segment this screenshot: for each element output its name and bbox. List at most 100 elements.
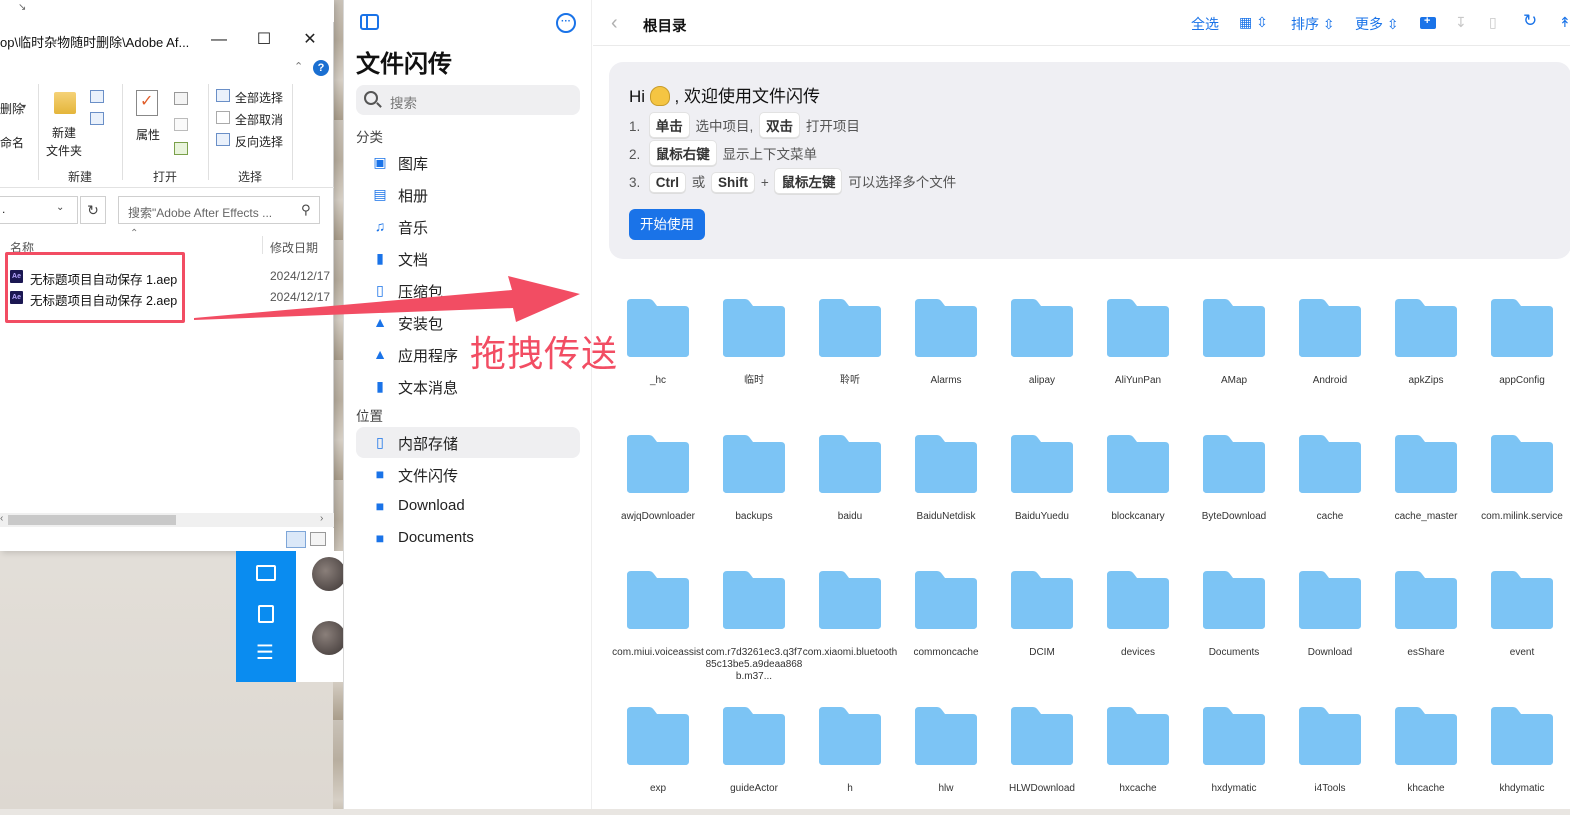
explorer-search-input[interactable]: 搜索"Adobe After Effects ... ⚲	[118, 196, 320, 224]
folder-item[interactable]: h	[805, 705, 895, 815]
folder-item[interactable]: devices	[1093, 569, 1183, 679]
folder-item[interactable]: awjqDownloader	[613, 433, 703, 543]
folder-icon	[1011, 435, 1073, 493]
folder-item[interactable]: com.r7d3261ec3.q3f785c13be5.a9deaa868b.m…	[706, 569, 802, 682]
delete-dropdown-icon[interactable]: ▾	[22, 102, 26, 111]
more-options-icon[interactable]: ···	[556, 13, 576, 33]
maximize-button[interactable]: ☐	[253, 30, 275, 50]
folder-item[interactable]: alipay	[997, 297, 1087, 407]
sort-button[interactable]: 排序 ⇳	[1291, 14, 1335, 34]
folder-item[interactable]: 临时	[709, 297, 799, 407]
select-all-button[interactable]: 全选	[1191, 14, 1219, 34]
folder-item[interactable]: hxdymatic	[1189, 705, 1279, 815]
minimize-button[interactable]: —	[208, 30, 230, 50]
sidebar-search-input[interactable]: 搜索	[356, 85, 580, 115]
select-all-icon[interactable]	[216, 89, 230, 102]
properties-icon[interactable]: ✓	[136, 90, 158, 116]
folder-outline-icon[interactable]	[256, 565, 276, 581]
column-date[interactable]: 修改日期	[270, 239, 318, 256]
select-all-label[interactable]: 全部选择	[235, 89, 283, 106]
new-folder-label-2[interactable]: 文件夹	[46, 142, 82, 159]
edit-icon[interactable]	[174, 118, 188, 131]
folder-item[interactable]: guideActor	[709, 705, 799, 815]
open-icon[interactable]	[174, 92, 188, 105]
folder-item[interactable]: BaiduYuedu	[997, 433, 1087, 543]
select-none-label[interactable]: 全部取消	[235, 111, 283, 128]
folder-item[interactable]: appConfig	[1477, 297, 1567, 407]
invert-selection-label[interactable]: 反向选择	[235, 133, 283, 150]
back-chevron-icon[interactable]: ‹	[611, 12, 618, 35]
folder-item[interactable]: cache_master	[1381, 433, 1471, 543]
delete-icon[interactable]: ▯	[1489, 14, 1497, 31]
folder-item[interactable]: khcache	[1381, 705, 1471, 815]
folder-item[interactable]: event	[1477, 569, 1567, 679]
ribbon-delete[interactable]: 删除	[0, 100, 24, 117]
folder-item[interactable]: com.miui.voiceassist	[612, 569, 704, 679]
sidebar-item-gallery[interactable]: ▣ 图库	[356, 147, 580, 178]
download-icon[interactable]: ↧	[1455, 14, 1467, 31]
refresh-icon[interactable]: ↻	[1523, 11, 1537, 31]
properties-label[interactable]: 属性	[136, 126, 160, 143]
ribbon-rename[interactable]: 重命名	[0, 134, 24, 151]
scrollbar-thumb[interactable]	[8, 515, 176, 525]
folder-item[interactable]: hxcache	[1093, 705, 1183, 815]
copy-path-icon[interactable]	[90, 90, 104, 103]
folder-item[interactable]: 聆听	[805, 297, 895, 407]
folder-item[interactable]: AMap	[1189, 297, 1279, 407]
folder-item[interactable]: esShare	[1381, 569, 1471, 679]
folder-item[interactable]: Documents	[1189, 569, 1279, 679]
folder-item[interactable]: ByteDownload	[1189, 433, 1279, 543]
folder-item[interactable]: khdymatic	[1477, 705, 1567, 815]
folder-item[interactable]: hlw	[901, 705, 991, 815]
folder-item[interactable]: blockcanary	[1093, 433, 1183, 543]
menu-icon[interactable]: ☰	[256, 643, 274, 663]
folder-item[interactable]: BaiduNetdisk	[901, 433, 991, 543]
sidebar-item-filetransfer-folder[interactable]: ■ 文件闪传	[356, 459, 580, 490]
folder-item[interactable]: Android	[1285, 297, 1375, 407]
new-folder-label-1[interactable]: 新建	[52, 124, 76, 141]
select-none-icon[interactable]	[216, 111, 230, 124]
sidebar-item-internal-storage[interactable]: ▯ 内部存储	[356, 427, 580, 458]
get-started-button[interactable]: 开始使用	[629, 209, 705, 240]
folder-item[interactable]: exp	[613, 705, 703, 815]
folder-item[interactable]: commoncache	[901, 569, 991, 679]
sidebar-item-documents-folder[interactable]: ■ Documents	[356, 523, 580, 554]
sidebar-item-music[interactable]: ♫ 音乐	[356, 211, 580, 242]
easy-access-icon[interactable]	[90, 112, 104, 125]
folder-item[interactable]: Download	[1285, 569, 1375, 679]
more-button[interactable]: 更多 ⇳	[1355, 14, 1399, 34]
folder-item[interactable]: baidu	[805, 433, 895, 543]
folder-item[interactable]: HLWDownload	[997, 705, 1087, 815]
view-mode-button[interactable]: ▦ ⇳	[1239, 14, 1268, 31]
new-folder-icon[interactable]	[54, 92, 76, 114]
folder-item[interactable]: backups	[709, 433, 799, 543]
help-icon[interactable]: ?	[313, 60, 329, 76]
upload-icon[interactable]: ↟	[1559, 14, 1570, 31]
new-folder-icon[interactable]: +	[1419, 14, 1437, 32]
folder-item[interactable]: com.milink.service	[1477, 433, 1567, 543]
sidebar-item-download[interactable]: ■ Download	[356, 491, 580, 522]
sidebar-item-album[interactable]: ▤ 相册	[356, 179, 580, 210]
close-button[interactable]: ✕	[299, 30, 321, 50]
folder-item[interactable]: AliYunPan	[1093, 297, 1183, 407]
invert-selection-icon[interactable]	[216, 133, 230, 146]
folder-item[interactable]: cache	[1285, 433, 1375, 543]
folder-item[interactable]: DCIM	[997, 569, 1087, 679]
address-bar[interactable]: . ⌄	[0, 196, 78, 224]
refresh-icon[interactable]: ↻	[80, 196, 106, 224]
scroll-right-icon[interactable]: ›	[320, 513, 323, 524]
folder-item[interactable]: apkZips	[1381, 297, 1471, 407]
folder-item[interactable]: i4Tools	[1285, 705, 1375, 815]
folder-item[interactable]: Alarms	[901, 297, 991, 407]
ribbon-collapse-chevron-icon[interactable]: ⌃	[294, 60, 303, 73]
history-icon[interactable]	[174, 142, 188, 155]
folder-item[interactable]: com.xiaomi.bluetooth	[803, 569, 897, 679]
address-dropdown-icon[interactable]: ⌄	[56, 202, 64, 213]
horizontal-scrollbar[interactable]: ‹ ›	[0, 513, 334, 527]
sidebar-toggle-icon[interactable]	[360, 14, 380, 32]
details-view-icon[interactable]	[286, 531, 306, 548]
large-icons-view-icon[interactable]	[310, 532, 326, 546]
bookmark-icon[interactable]	[258, 605, 274, 623]
folder-item[interactable]: _hc	[613, 297, 703, 407]
scroll-left-icon[interactable]: ‹	[0, 513, 3, 524]
